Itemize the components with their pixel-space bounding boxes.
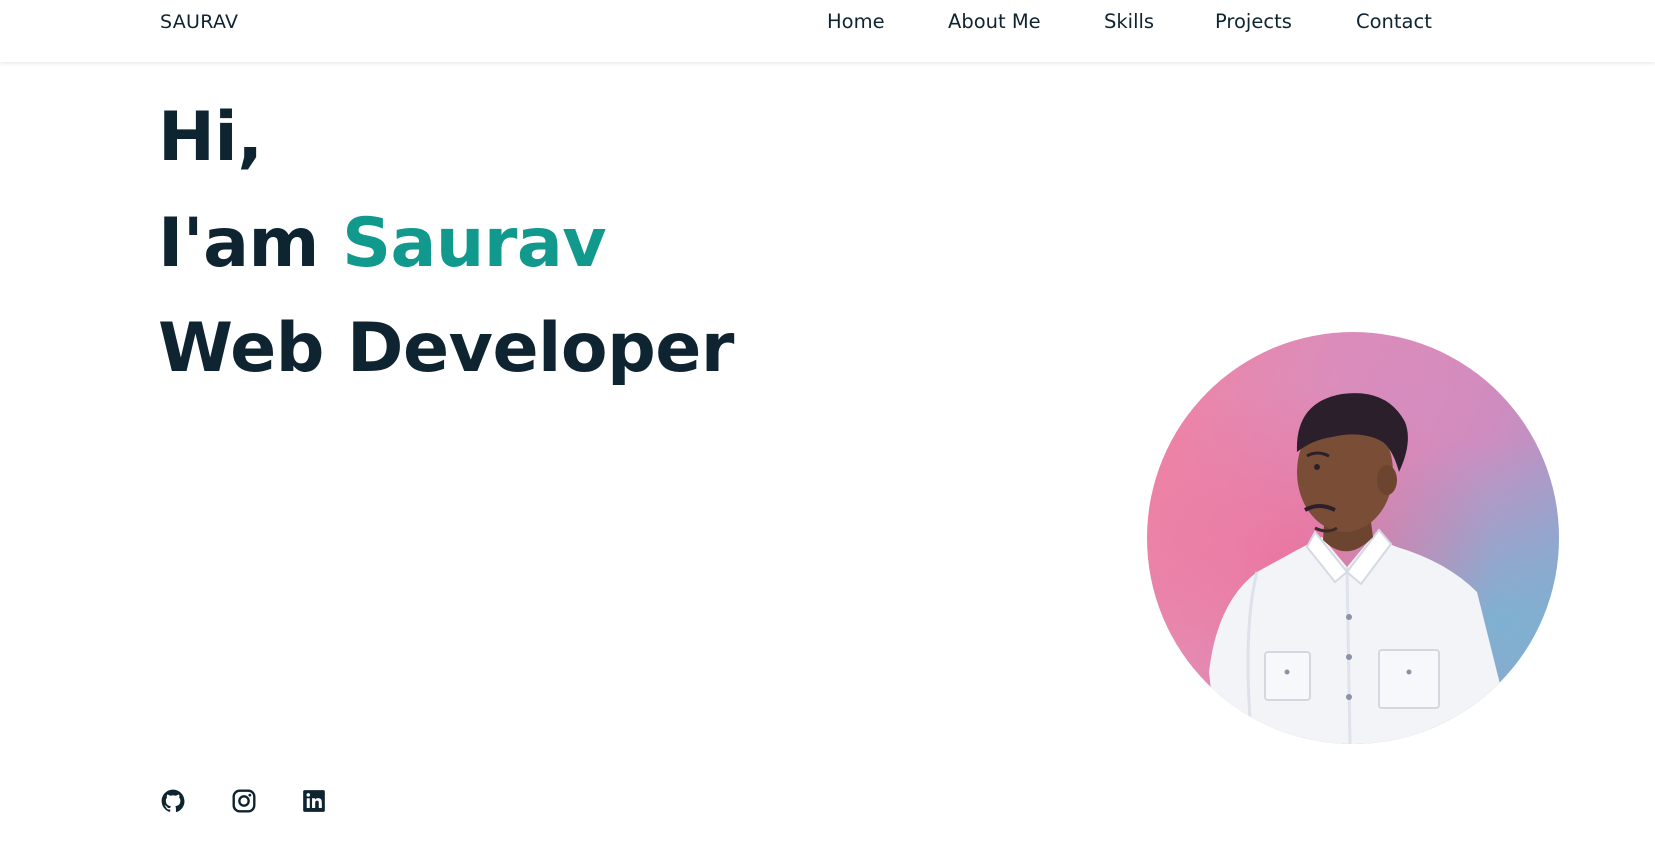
hero-intro: I'am Saurav [158, 204, 607, 283]
site-header: SAURAV Home About Me Skills Projects Con… [0, 0, 1655, 62]
github-link[interactable] [160, 788, 186, 814]
profile-illustration [1209, 393, 1502, 744]
instagram-link[interactable] [231, 788, 257, 814]
nav-link-home[interactable]: Home [827, 10, 885, 33]
instagram-icon [232, 789, 256, 813]
profile-photo [1147, 332, 1559, 744]
nav-link-contact[interactable]: Contact [1356, 10, 1432, 33]
nav-link-about[interactable]: About Me [948, 10, 1041, 33]
github-icon [161, 789, 185, 813]
main-nav: Home About Me Skills Projects Contact [0, 10, 1655, 36]
linkedin-link[interactable] [301, 788, 327, 814]
hero-greeting: Hi, [158, 98, 263, 177]
linkedin-icon [303, 790, 325, 812]
hero-intro-prefix: I'am [158, 204, 319, 283]
hero-role: Web Developer [158, 309, 734, 388]
nav-link-skills[interactable]: Skills [1104, 10, 1154, 33]
nav-link-projects[interactable]: Projects [1215, 10, 1292, 33]
hero-name: Saurav [342, 204, 607, 283]
